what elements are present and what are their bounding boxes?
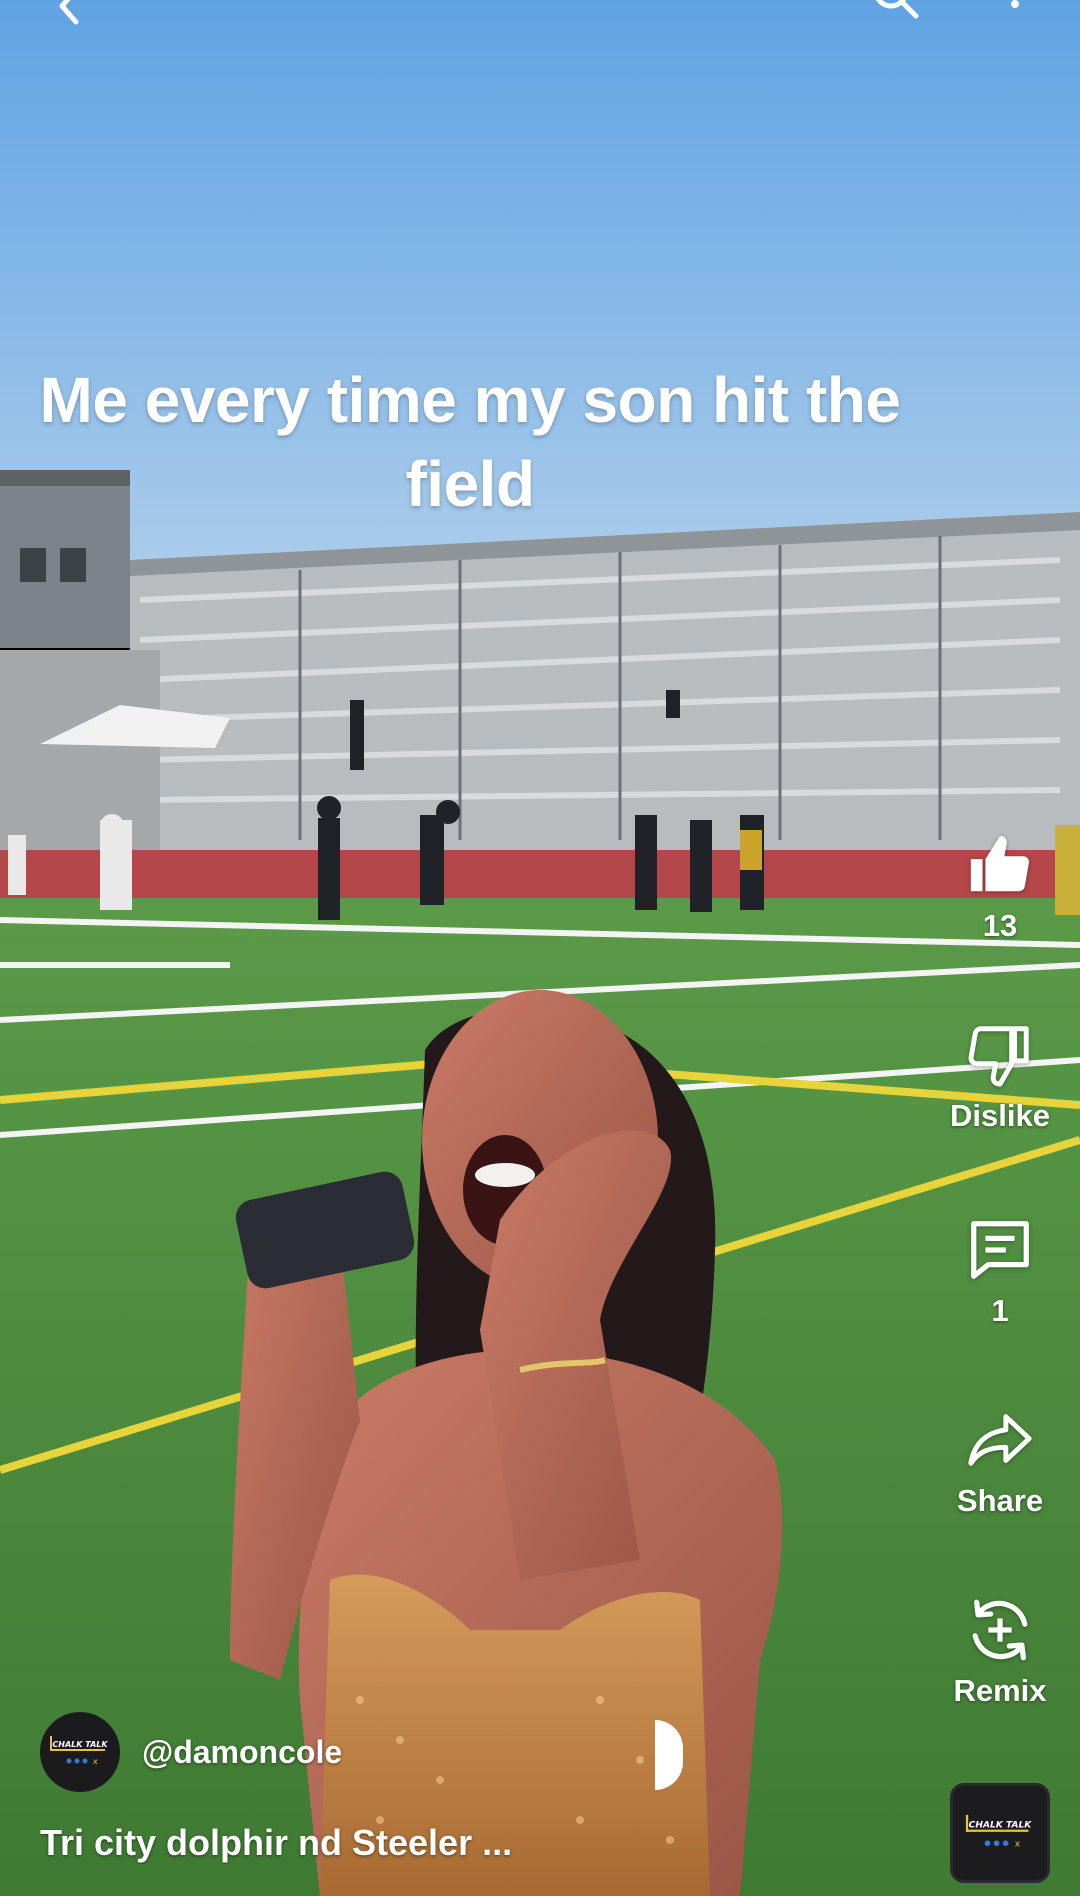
shorts-player[interactable]: Me every time my son hit the field 13 Di… [0,0,1080,1896]
share-label: Share [956,1483,1044,1518]
svg-text:x: x [93,1757,98,1766]
thumbs-up-icon [970,835,1029,892]
channel-handle[interactable]: @damoncole [142,1734,342,1771]
chevron-left-icon[interactable] [48,0,88,26]
channel-avatar[interactable]: CHALK TALK x [40,1712,120,1792]
video-caption: Me every time my son hit the field [20,358,920,526]
channel-row[interactable]: CHALK TALK x @damoncole [40,1712,342,1792]
like-count: 13 [982,908,1018,943]
thumbs-down-icon [968,1026,1029,1087]
share-button[interactable]: Share [930,1405,1070,1519]
svg-text:CHALK TALK: CHALK TALK [969,1820,1033,1830]
caption-line-2: field [405,448,535,520]
share-icon [968,1414,1032,1466]
chalk-talk-logo: CHALK TALK x [965,1814,1033,1850]
chalk-talk-logo: CHALK TALK x [50,1736,108,1766]
dislike-label: Dislike [950,1098,1050,1133]
more-vertical-icon[interactable] [1008,0,1022,14]
search-icon[interactable] [870,0,920,20]
like-button[interactable]: 13 [930,830,1070,944]
svg-text:CHALK TALK: CHALK TALK [52,1740,108,1749]
video-frame[interactable] [0,0,1080,1896]
remix-button[interactable]: Remix [930,1595,1070,1709]
comment-icon [971,1221,1029,1279]
video-title[interactable]: Tri city dolphir nd Steeler ... [40,1822,920,1864]
svg-text:x: x [1015,1840,1021,1850]
remix-icon [972,1599,1028,1661]
comment-button[interactable]: 1 [930,1215,1070,1329]
comment-count: 1 [991,1293,1009,1328]
dislike-button[interactable]: Dislike [930,1020,1070,1134]
remix-label: Remix [953,1673,1047,1708]
sound-thumbnail[interactable]: CHALK TALK x [950,1783,1050,1883]
caption-line-1: Me every time my son hit the [39,364,901,436]
